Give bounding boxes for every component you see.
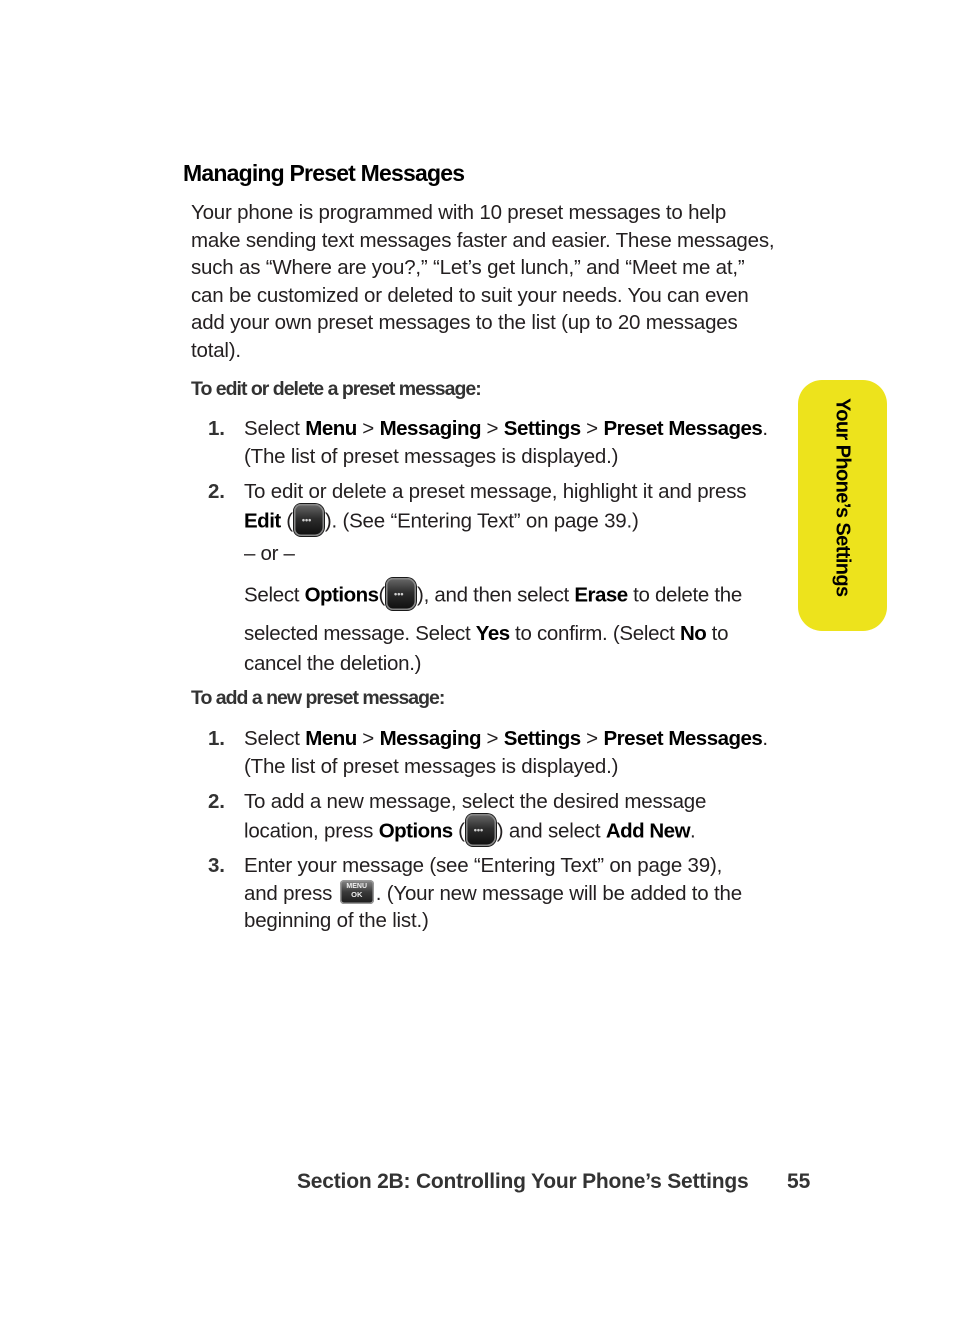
add-subheading: To add a new preset message: (191, 687, 445, 709)
menu-path-menu: Menu (305, 417, 357, 440)
add-step-3: 3. Enter your message (see “Entering Tex… (208, 852, 793, 935)
step-number: 2. (208, 480, 225, 503)
menu-path-preset-messages: Preset Messages (603, 727, 763, 750)
erase-label: Erase (574, 583, 628, 607)
step-number: 3. (208, 854, 225, 877)
menu-path-menu: Menu (305, 727, 357, 750)
options-line: Select Options(•••), and then select Era… (244, 578, 804, 612)
menu-path-settings: Settings (503, 417, 581, 440)
add-step-1: 1. Select Menu > Messaging > Settings > … (208, 725, 793, 780)
section-side-tab: Your Phone’s Settings (798, 380, 887, 631)
intro-line: such as “Where are you?,” “Let’s get lun… (191, 256, 745, 280)
edit-label: Edit (244, 509, 281, 533)
or-separator: – or – (244, 542, 295, 565)
confirm-lines: selected message. Select Yes to confirm.… (244, 622, 729, 675)
menu-path-preset-messages: Preset Messages (603, 417, 763, 440)
menu-path-settings: Settings (503, 727, 581, 750)
softkey-icon: ••• (293, 503, 324, 536)
menu-ok-key-icon: MENU OK (339, 880, 374, 905)
softkey-icon: ••• (386, 578, 417, 610)
step-text: Enter your message (see “Entering Text” … (244, 854, 742, 933)
edit-step-2: 2. To edit or delete a preset message, h… (208, 478, 793, 538)
no-label: No (679, 622, 707, 645)
side-tab-label: Your Phone’s Settings (831, 398, 854, 597)
add-new-label: Add New (605, 819, 691, 843)
intro-line: total). (191, 338, 241, 362)
options-label: Options (304, 583, 379, 607)
intro-line: make sending text messages faster and ea… (191, 228, 775, 252)
intro-line: can be customized or deleted to suit you… (191, 283, 749, 307)
edit-subheading: To edit or delete a preset message: (191, 378, 482, 400)
softkey-icon: ••• (465, 813, 496, 846)
options-label: Options (378, 819, 453, 843)
step-number: 2. (208, 790, 225, 813)
intro-line: Your phone is programmed with 10 preset … (191, 201, 727, 224)
step-text: Select Menu > Messaging > Settings > Pre… (244, 417, 768, 468)
step-text: Select Menu > Messaging > Settings > Pre… (244, 727, 768, 778)
intro-paragraph: Your phone is programmed with 10 preset … (191, 199, 791, 365)
add-step-2: 2. To add a new message, select the desi… (208, 788, 793, 848)
menu-path-messaging: Messaging (379, 417, 482, 440)
page-number: 55 (787, 1170, 811, 1193)
step-text: To add a new message, select the desired… (244, 788, 793, 848)
manual-page: Managing Preset Messages Your phone is p… (0, 0, 954, 1336)
intro-line: add your own preset messages to the list… (191, 311, 738, 335)
step-text: To edit or delete a preset message, high… (244, 478, 793, 538)
footer-section-title: Section 2B: Controlling Your Phone’s Set… (297, 1170, 749, 1193)
step-number: 1. (208, 417, 225, 440)
menu-path-messaging: Messaging (379, 727, 482, 750)
yes-label: Yes (475, 622, 510, 645)
section-heading: Managing Preset Messages (183, 160, 465, 186)
edit-step-1: 1. Select Menu > Messaging > Settings > … (208, 415, 793, 470)
step-number: 1. (208, 727, 225, 750)
